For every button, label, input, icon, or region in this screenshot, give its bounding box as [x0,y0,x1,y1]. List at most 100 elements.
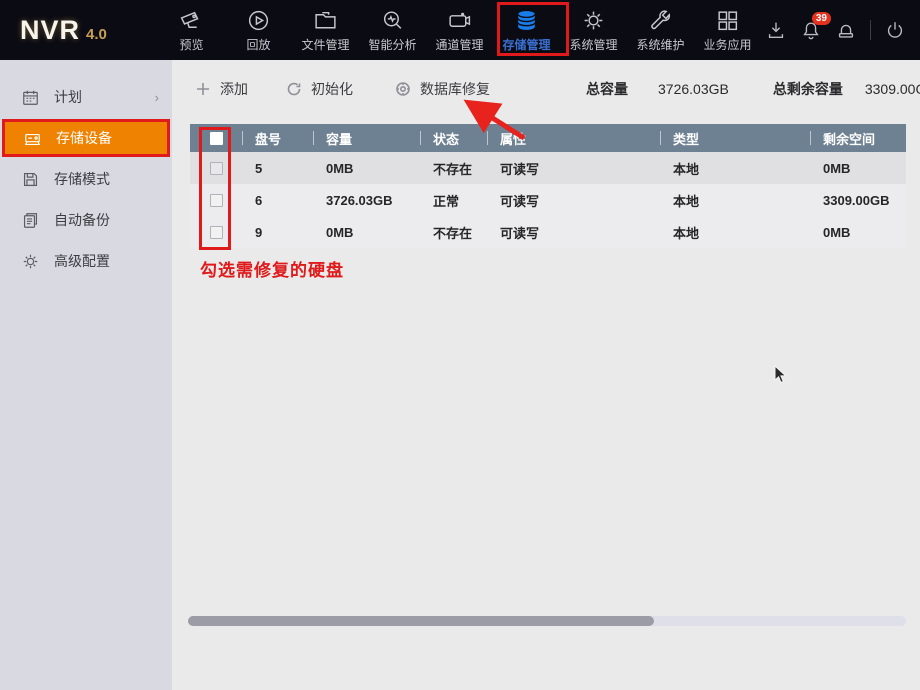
alarm-icon [835,19,857,41]
cctv-camera-icon [179,8,204,33]
power-icon [884,19,906,41]
logo-version: 4.0 [86,26,107,43]
cell-status: 不存在 [420,159,487,178]
row-checkbox[interactable] [210,194,223,207]
folder-icon [313,8,338,33]
sidebar-item-label: 存储模式 [54,169,110,189]
row-checkbox-cell[interactable] [190,226,242,239]
tab-playback[interactable]: 回放 [225,0,292,60]
sidebar-item-label: 高级配置 [54,251,110,271]
calendar-icon [21,88,40,107]
tab-file-management[interactable]: 文件管理 [292,0,359,60]
header-status: 状态 [420,124,487,152]
add-button[interactable]: 添加 [195,79,248,99]
tab-label: 业务应用 [703,36,751,53]
row-checkbox[interactable] [210,226,223,239]
header-disk-no: 盘号 [242,124,313,152]
sidebar-item-label: 存储设备 [56,128,112,148]
toolbar: 添加 初始化 数据库修复 总容量 3726.03GB 总剩余容量 3309.00… [172,60,920,118]
disk-table-header: 盘号 容量 状态 属性 类型 剩余空间 [190,124,906,152]
topbar-right-icons: 39 [765,0,920,60]
tab-channel-management[interactable]: 通道管理 [426,0,493,60]
cell-capacity: 0MB [313,161,420,176]
chevron-right-icon: › [155,90,159,105]
cell-type: 本地 [660,223,810,242]
tab-label: 回放 [246,36,270,53]
sidebar: 计划 › 存储设备 存储模式 自动备份 高级配置 [0,60,172,690]
cell-disk-no: 5 [242,161,313,176]
wrench-icon [648,8,673,33]
main-nav: 预览 回放 文件管理 智能分析 通道管理 存储管理 系统管理 系统维护 [158,0,761,60]
header-free-space: 剩余空间 [810,124,906,152]
main-content: 添加 初始化 数据库修复 总容量 3726.03GB 总剩余容量 3309.00… [172,60,920,690]
mouse-cursor [773,365,789,385]
database-repair-button[interactable]: 数据库修复 [395,79,490,99]
tab-label: 系统管理 [569,36,617,53]
cell-free-space: 0MB [810,161,906,176]
sidebar-item-storage-device[interactable]: 存储设备 [2,119,170,157]
cell-capacity: 0MB [313,225,420,240]
total-capacity-label: 总容量 [586,79,628,99]
tab-system-management[interactable]: 系统管理 [560,0,627,60]
select-all-checkbox[interactable] [210,132,223,145]
notification-badge: 39 [812,12,831,25]
refresh-icon [286,81,302,97]
row-checkbox[interactable] [210,162,223,175]
sidebar-item-advanced-config[interactable]: 高级配置 [0,242,172,280]
sidebar-item-plan[interactable]: 计划 › [0,78,172,116]
gear-circle-icon [395,81,411,97]
add-button-label: 添加 [220,79,248,99]
floppy-icon [21,170,40,189]
database-repair-label: 数据库修复 [420,79,490,99]
header-capacity: 容量 [313,124,420,152]
row-checkbox-cell[interactable] [190,194,242,207]
channel-camera-icon [447,8,472,33]
cell-status: 不存在 [420,223,487,242]
cell-free-space: 0MB [810,225,906,240]
initialize-button-label: 初始化 [311,79,353,99]
download-button[interactable] [765,19,787,41]
cell-type: 本地 [660,191,810,210]
alarm-button[interactable] [835,19,857,41]
topbar-divider [870,20,871,40]
top-bar: NVR 4.0 预览 回放 文件管理 智能分析 通道管理 存储管理 [0,0,920,60]
sidebar-item-label: 计划 [54,87,82,107]
tab-preview[interactable]: 预览 [158,0,225,60]
disk-table: 盘号 容量 状态 属性 类型 剩余空间 5 0MB 不存在 可读写 本地 0MB… [190,124,906,248]
notification-bell-button[interactable]: 39 [800,19,822,41]
scrollbar-thumb[interactable] [188,616,654,626]
cell-type: 可读写 [487,223,660,242]
table-row[interactable]: 6 3726.03GB 正常 可读写 本地 3309.00GB [190,184,906,216]
apps-grid-icon [715,8,740,33]
tab-label: 文件管理 [301,36,349,53]
power-button[interactable] [884,19,906,41]
sidebar-item-storage-mode[interactable]: 存储模式 [0,160,172,198]
sidebar-item-auto-backup[interactable]: 自动备份 [0,201,172,239]
cell-status: 正常 [420,191,487,210]
horizontal-scrollbar[interactable] [188,616,906,626]
header-property: 属性 [487,124,660,152]
cell-capacity: 3726.03GB [313,193,420,208]
tab-label: 系统维护 [636,36,684,53]
tab-storage-management[interactable]: 存储管理 [493,0,560,60]
tab-smart-analysis[interactable]: 智能分析 [359,0,426,60]
tab-label: 预览 [179,36,203,53]
table-row[interactable]: 5 0MB 不存在 可读写 本地 0MB [190,152,906,184]
tab-business-apps[interactable]: 业务应用 [694,0,761,60]
logo-text: NVR [20,15,80,46]
app-logo: NVR 4.0 [0,0,158,60]
cell-disk-no: 6 [242,193,313,208]
row-checkbox-cell[interactable] [190,162,242,175]
total-capacity-value: 3726.03GB [658,81,729,97]
tab-label: 通道管理 [435,36,483,53]
select-all-checkbox-cell[interactable] [190,124,242,152]
cell-property: 可读写 [487,159,660,178]
tab-system-maintenance[interactable]: 系统维护 [627,0,694,60]
cell-type: 本地 [660,159,810,178]
table-row[interactable]: 9 0MB 不存在 可读写 本地 0MB [190,216,906,248]
initialize-button[interactable]: 初始化 [286,79,353,99]
tab-label: 智能分析 [368,36,416,53]
playback-icon [246,8,271,33]
hdd-icon [23,129,42,148]
annotation-hint-text: 勾选需修复的硬盘 [200,256,344,281]
